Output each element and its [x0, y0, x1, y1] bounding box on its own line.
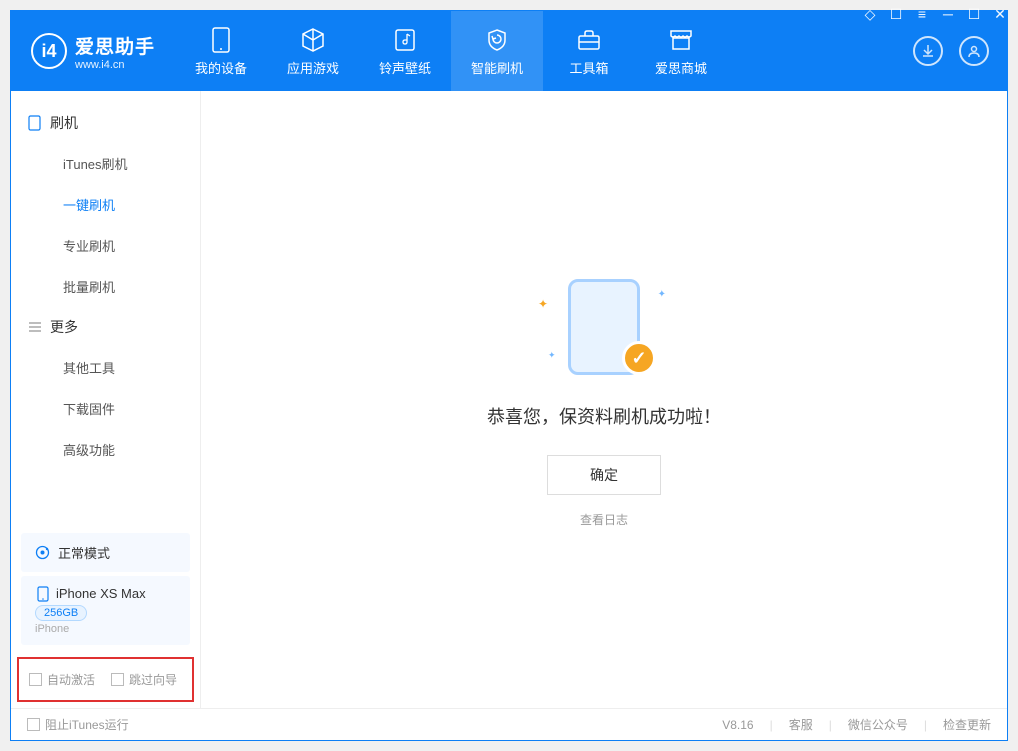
device-mode-panel[interactable]: 正常模式 — [21, 533, 190, 572]
mode-icon — [35, 545, 50, 560]
maximize-button[interactable]: ☐ — [966, 6, 982, 22]
download-button[interactable] — [913, 36, 943, 66]
status-link-support[interactable]: 客服 — [789, 716, 813, 733]
body: 刷机 iTunes刷机 一键刷机 专业刷机 批量刷机 更多 其他工具 下载固件 … — [11, 91, 1007, 708]
status-link-wechat[interactable]: 微信公众号 — [848, 716, 908, 733]
nav-tab-store[interactable]: 爱思商城 — [635, 11, 727, 91]
nav-tab-apps[interactable]: 应用游戏 — [267, 11, 359, 91]
success-message: 恭喜您，保资料刷机成功啦！ — [487, 403, 721, 429]
block-itunes-label: 阻止iTunes运行 — [45, 716, 129, 733]
auto-activate-checkbox[interactable]: 自动激活 — [29, 671, 95, 688]
nav-tabs: 我的设备 应用游戏 铃声壁纸 智能刷机 工具箱 爱思商城 — [175, 11, 895, 91]
sidebar-group-flash: 刷机 — [11, 103, 200, 143]
statusbar: 阻止iTunes运行 V8.16 | 客服 | 微信公众号 | 检查更新 — [11, 708, 1007, 740]
cube-icon — [299, 26, 327, 54]
music-icon — [391, 26, 419, 54]
device-name-label: iPhone XS Max — [56, 586, 146, 601]
nav-tab-toolbox[interactable]: 工具箱 — [543, 11, 635, 91]
phone-outline-icon — [27, 116, 42, 131]
nav-label: 我的设备 — [195, 58, 247, 77]
nav-label: 铃声壁纸 — [379, 58, 431, 77]
close-button[interactable]: ✕ — [992, 6, 1008, 22]
titlebar: i4 爱思助手 www.i4.cn 我的设备 应用游戏 铃声壁纸 智能刷机 — [11, 11, 1007, 91]
app-title: 爱思助手 — [75, 32, 155, 59]
app-window: i4 爱思助手 www.i4.cn 我的设备 应用游戏 铃声壁纸 智能刷机 — [10, 10, 1008, 741]
device-info-panel[interactable]: iPhone XS Max 256GB iPhone — [21, 576, 190, 645]
window-controls: ◇ ☐ ≡ ─ ☐ ✕ — [862, 6, 1008, 22]
sparkle-icon: ✦ — [538, 297, 548, 311]
feedback-icon[interactable]: ☐ — [888, 6, 904, 22]
skip-guide-checkbox[interactable]: 跳过向导 — [111, 671, 177, 688]
shield-icon — [483, 26, 511, 54]
skip-guide-label: 跳过向导 — [129, 671, 177, 688]
sidebar-item-itunes-flash[interactable]: iTunes刷机 — [11, 143, 200, 184]
sidebar-item-download-firmware[interactable]: 下载固件 — [11, 388, 200, 429]
app-subtitle: www.i4.cn — [75, 59, 155, 71]
checkbox-icon — [27, 718, 40, 731]
device-icon — [207, 26, 235, 54]
store-icon — [667, 26, 695, 54]
nav-label: 应用游戏 — [287, 58, 339, 77]
menu-icon[interactable]: ≡ — [914, 6, 930, 22]
sidebar-item-pro-flash[interactable]: 专业刷机 — [11, 225, 200, 266]
nav-label: 爱思商城 — [655, 58, 707, 77]
checkbox-icon — [111, 673, 124, 686]
nav-tab-ringtones[interactable]: 铃声壁纸 — [359, 11, 451, 91]
minimize-button[interactable]: ─ — [940, 6, 956, 22]
list-icon — [27, 320, 42, 335]
status-link-update[interactable]: 检查更新 — [943, 716, 991, 733]
sparkle-icon: ✦ — [658, 289, 666, 300]
nav-label: 工具箱 — [570, 58, 609, 77]
device-mode-label: 正常模式 — [58, 543, 110, 562]
skin-icon[interactable]: ◇ — [862, 6, 878, 22]
checkbox-icon — [29, 673, 42, 686]
check-badge-icon: ✓ — [622, 341, 656, 375]
nav-tab-device[interactable]: 我的设备 — [175, 11, 267, 91]
ok-button[interactable]: 确定 — [547, 455, 661, 495]
user-button[interactable] — [959, 36, 989, 66]
nav-tab-flash[interactable]: 智能刷机 — [451, 11, 543, 91]
device-capacity-badge: 256GB — [35, 605, 87, 621]
sidebar-group-more: 更多 — [11, 307, 200, 347]
sidebar-item-other-tools[interactable]: 其他工具 — [11, 347, 200, 388]
sidebar: 刷机 iTunes刷机 一键刷机 专业刷机 批量刷机 更多 其他工具 下载固件 … — [11, 91, 201, 708]
app-logo: i4 爱思助手 www.i4.cn — [11, 11, 175, 91]
options-highlight-box: 自动激活 跳过向导 — [17, 657, 194, 702]
version-label: V8.16 — [722, 718, 753, 732]
sidebar-item-batch-flash[interactable]: 批量刷机 — [11, 266, 200, 307]
logo-icon: i4 — [31, 33, 67, 69]
device-type-label: iPhone — [35, 623, 176, 635]
toolbox-icon — [575, 26, 603, 54]
sparkle-icon: ✦ — [548, 350, 556, 361]
block-itunes-checkbox[interactable]: 阻止iTunes运行 — [27, 716, 129, 733]
sidebar-item-advanced[interactable]: 高级功能 — [11, 429, 200, 470]
sidebar-item-oneclick-flash[interactable]: 一键刷机 — [11, 184, 200, 225]
view-log-link[interactable]: 查看日志 — [580, 511, 628, 528]
auto-activate-label: 自动激活 — [47, 671, 95, 688]
nav-label: 智能刷机 — [471, 58, 523, 77]
header-actions — [895, 11, 1007, 91]
success-illustration: ✦ ✦ ✦ ✓ — [534, 271, 674, 381]
device-phone-icon — [35, 586, 50, 601]
main-content: ✦ ✦ ✦ ✓ 恭喜您，保资料刷机成功啦！ 确定 查看日志 — [201, 91, 1007, 708]
